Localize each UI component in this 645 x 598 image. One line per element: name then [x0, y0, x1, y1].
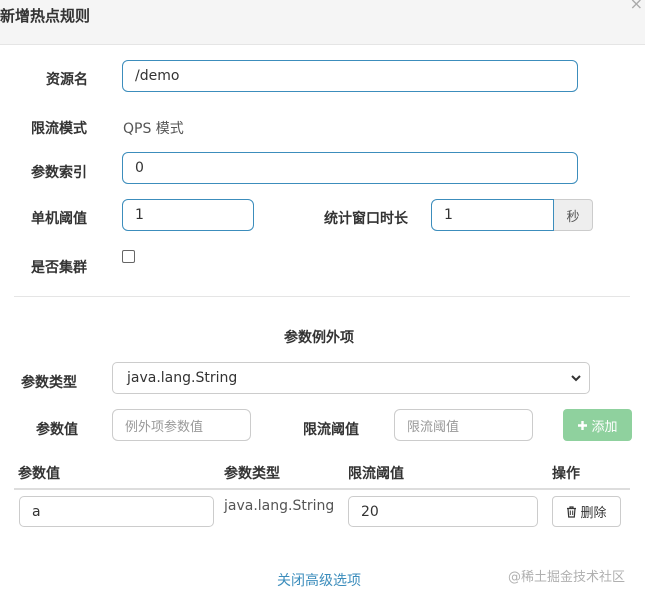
- dialog-title: 新增热点规则: [0, 7, 91, 25]
- add-button-label: 添加: [591, 419, 618, 435]
- param-index-input[interactable]: 0: [122, 152, 578, 184]
- threshold-input[interactable]: 1: [122, 199, 254, 231]
- window-label: 统计窗口时长: [324, 211, 408, 227]
- table-header-value: 参数值: [18, 466, 60, 482]
- trash-icon: [567, 505, 577, 518]
- table-header-border: [14, 488, 630, 490]
- chevron-down-icon: [571, 375, 581, 382]
- window-input[interactable]: 1: [431, 199, 554, 231]
- param-type-label: 参数类型: [21, 375, 77, 391]
- mode-label: 限流模式: [31, 121, 87, 137]
- limit-label: 限流阈值: [303, 422, 359, 438]
- add-button[interactable]: 添加: [563, 409, 632, 441]
- close-icon[interactable]: ×: [630, 0, 643, 13]
- delete-button[interactable]: 删除: [552, 496, 621, 527]
- table-header-limit: 限流阈值: [348, 466, 404, 482]
- window-unit: 秒: [554, 199, 593, 231]
- param-value-label: 参数值: [36, 422, 78, 438]
- row-value-input[interactable]: a: [19, 496, 214, 527]
- mode-value: QPS 模式: [123, 121, 184, 137]
- cluster-checkbox[interactable]: [122, 250, 135, 263]
- resource-label: 资源名: [46, 72, 88, 88]
- threshold-label: 单机阈值: [31, 211, 87, 227]
- resource-input[interactable]: /demo: [122, 60, 578, 92]
- watermark: @稀土掘金技术社区: [508, 570, 626, 585]
- limit-input[interactable]: 限流阈值: [394, 409, 533, 441]
- param-index-label: 参数索引: [31, 165, 87, 181]
- param-type-selected: java.lang.String: [127, 370, 238, 386]
- exceptions-title: 参数例外项: [284, 330, 354, 346]
- param-value-input[interactable]: 例外项参数值: [112, 409, 251, 441]
- cluster-label: 是否集群: [31, 260, 87, 276]
- divider: [14, 296, 630, 297]
- close-advanced-link[interactable]: 关闭高级选项: [277, 570, 361, 590]
- table-header-type: 参数类型: [224, 466, 280, 482]
- plus-icon: [578, 420, 588, 430]
- row-type: java.lang.String: [224, 498, 335, 514]
- table-header-action: 操作: [552, 466, 580, 482]
- dialog-header: 新增热点规则 ×: [0, 0, 645, 45]
- param-type-select[interactable]: java.lang.String: [112, 362, 590, 394]
- delete-button-label: 删除: [580, 506, 607, 521]
- row-limit-input[interactable]: 20: [348, 496, 538, 527]
